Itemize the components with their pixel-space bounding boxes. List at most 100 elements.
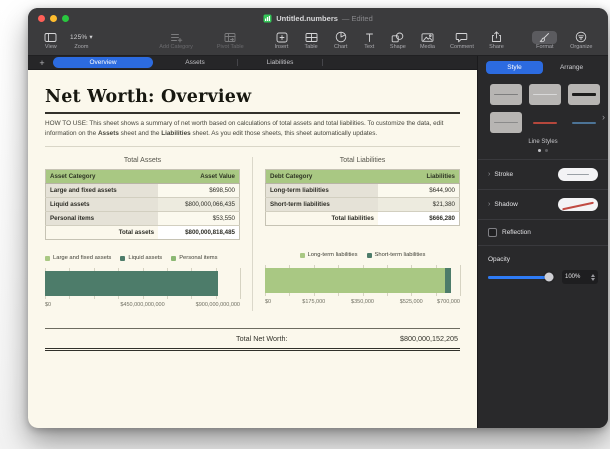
opacity-slider[interactable] (488, 272, 554, 282)
legend-swatch (299, 252, 305, 258)
add-category-icon (170, 30, 183, 44)
tab-liabilities[interactable]: Liabilities (238, 59, 322, 66)
line-style-preset[interactable] (568, 112, 600, 133)
comment-button[interactable]: Comment (442, 30, 481, 50)
liabilities-chart[interactable]: Long-term liabilities Short-term liabili… (265, 252, 461, 308)
insert-button[interactable]: Insert (267, 30, 297, 50)
assets-chart[interactable]: Large and fixed assets Liquid assets Per… (45, 255, 241, 311)
close-button[interactable] (38, 15, 45, 22)
media-button[interactable]: Media (413, 30, 443, 50)
line-style-preset[interactable] (529, 112, 561, 133)
axis-tick-label: $350,000 (351, 299, 374, 306)
liabilities-chart-legend: Long-term liabilities Short-term liabili… (265, 252, 460, 258)
tab-assets[interactable]: Assets (153, 59, 237, 66)
assets-row-value[interactable]: $800,000,066,435 (158, 197, 240, 213)
organize-button[interactable]: Organize (563, 30, 600, 50)
legend-swatch (45, 255, 50, 261)
assets-table: Asset Category Asset Value Large and fix… (45, 169, 240, 241)
liabilities-row-label[interactable]: Long-term liabilities (265, 183, 379, 199)
toolbar: View 125% ▾ Zoom Add Category Pivot Tabl… (28, 29, 608, 56)
legend-label: Personal items (179, 255, 218, 262)
bar-long-term-liabilities[interactable] (265, 268, 445, 294)
reflection-checkbox[interactable] (488, 228, 497, 237)
pivot-table-button: Pivot Table (208, 30, 253, 50)
presets-page-dots[interactable] (478, 149, 608, 152)
text-button[interactable]: Text (355, 30, 383, 50)
assets-row-label[interactable]: Personal items (45, 211, 159, 227)
shadow-style-button[interactable] (558, 198, 598, 211)
assets-total-label[interactable]: Total assets (45, 225, 159, 240)
view-button[interactable]: View (38, 30, 64, 50)
line-style-preset[interactable] (490, 84, 522, 105)
liabilities-row-value[interactable]: $644,900 (378, 183, 460, 199)
pivot-table-icon (224, 30, 237, 44)
tab-overview[interactable]: Overview (53, 57, 153, 68)
chart-pie-icon (335, 30, 347, 44)
liabilities-total-value[interactable]: $666,280 (378, 211, 460, 226)
add-sheet-button[interactable]: + (35, 58, 49, 68)
minimize-button[interactable] (50, 15, 57, 22)
liabilities-table: Debt Category Liabilities Long-term liab… (265, 169, 460, 227)
legend-swatch (366, 252, 372, 258)
table-button[interactable]: Table (296, 30, 326, 50)
comment-icon (455, 30, 468, 44)
liabilities-total-label[interactable]: Total liabilities (265, 211, 379, 226)
table-row: Large and fixed assets $698,500 (45, 183, 240, 199)
heading-rule (45, 112, 460, 114)
axis-tick-label: $450,000,000,000 (120, 302, 165, 309)
assets-row-value[interactable]: $53,550 (158, 211, 240, 227)
table-footer-row: Total assets $800,000,818,485 (45, 225, 240, 240)
axis-tick-label: $0 (45, 302, 52, 309)
bar-liquid-assets[interactable] (45, 271, 219, 297)
assets-total-value[interactable]: $800,000,818,485 (158, 225, 240, 240)
assets-row-label[interactable]: Large and fixed assets (45, 183, 159, 199)
disclosure-chevron-icon[interactable]: › (488, 201, 490, 208)
howto-text: HOW TO USE: This sheet shows a summary o… (45, 120, 444, 137)
stroke-section: › Stroke (478, 160, 608, 189)
net-worth-label: Total Net Worth: (236, 334, 288, 344)
assets-header-value[interactable]: Asset Value (158, 169, 240, 185)
sheet-canvas[interactable]: Net Worth: Overview HOW TO USE: This she… (28, 70, 477, 428)
line-style-preset[interactable] (529, 84, 561, 105)
add-category-button: Add Category (150, 30, 201, 50)
line-style-presets: › (478, 78, 608, 133)
liabilities-header-category[interactable]: Debt Category (265, 169, 379, 185)
tab-arrange[interactable]: Arrange (543, 61, 600, 74)
line-style-preset[interactable] (490, 112, 522, 133)
disclosure-chevron-icon[interactable]: › (488, 171, 490, 178)
liabilities-chart-plot (265, 265, 461, 297)
shape-button[interactable]: Shape (383, 30, 413, 50)
liabilities-row-value[interactable]: $21,380 (378, 197, 460, 213)
opacity-stepper[interactable] (591, 273, 595, 281)
assets-header-category[interactable]: Asset Category (45, 169, 159, 185)
liabilities-header-value[interactable]: Liabilities (378, 169, 460, 185)
numbers-app-window: Untitled.numbers — Edited View 125% ▾ Zo… (28, 8, 608, 428)
net-worth-summary[interactable]: Total Net Worth: $800,000,152,205 (45, 328, 460, 352)
line-style-preset[interactable] (568, 84, 600, 105)
liabilities-chart-axis: $0 $175,000 $350,000 $525,000 $700,000 (265, 299, 460, 308)
chart-button[interactable]: Chart (326, 30, 356, 50)
liabilities-row-label[interactable]: Short-term liabilities (265, 197, 379, 213)
opacity-value-field[interactable]: 100% (562, 270, 598, 284)
axis-tick-label: $700,000 (437, 299, 460, 306)
media-icon (421, 30, 434, 44)
assets-row-value[interactable]: $698,500 (158, 183, 240, 199)
opacity-slider-thumb[interactable] (544, 272, 554, 282)
share-button[interactable]: Share (482, 30, 512, 50)
table-row: Liquid assets $800,000,066,435 (45, 197, 240, 213)
bar-short-term-liabilities[interactable] (444, 268, 451, 294)
zoom-control[interactable]: 125% ▾ Zoom (64, 30, 100, 50)
net-worth-value: $800,000,152,205 (400, 334, 458, 344)
format-button[interactable]: Format (527, 30, 563, 50)
edited-status: — Edited (341, 14, 373, 23)
zoom-value[interactable]: 125% ▾ (70, 30, 93, 44)
stroke-style-button[interactable] (558, 168, 598, 181)
axis-tick-label: $525,000 (399, 299, 423, 306)
chart-gridline (460, 265, 461, 297)
tab-style[interactable]: Style (486, 61, 543, 74)
presets-next-chevron-icon[interactable]: › (602, 112, 605, 122)
assets-row-label[interactable]: Liquid assets (45, 197, 159, 213)
legend-label: Short-term liabilities (374, 252, 426, 259)
fullscreen-button[interactable] (62, 15, 69, 22)
line-styles-caption: Line Styles (528, 139, 558, 145)
